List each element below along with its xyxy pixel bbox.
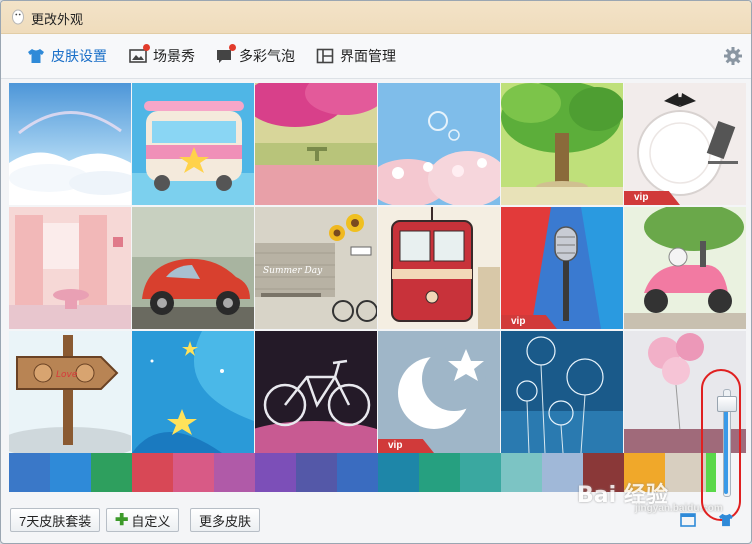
color-swatch[interactable]: [173, 453, 214, 492]
skin-microphone: [501, 207, 623, 329]
skin-thumb[interactable]: Love: [9, 331, 131, 453]
baidu-watermark: Bai 经验 jingyan.baidu.com: [577, 483, 723, 514]
color-swatch[interactable]: [255, 453, 296, 492]
skin-thumb[interactable]: [132, 207, 254, 329]
color-swatch[interactable]: [419, 453, 460, 492]
skin-thumb[interactable]: Summer Day: [255, 207, 377, 329]
skin-wooden-sign: Love: [9, 331, 131, 453]
skin-dandelion: [501, 331, 623, 453]
skin-thumb[interactable]: [624, 207, 746, 329]
skin-red-tram: [378, 207, 500, 329]
skin-plate-cutlery: [624, 83, 746, 205]
skin-thumb[interactable]: [132, 331, 254, 453]
skin-moon-star: [378, 331, 500, 453]
skin-thumb[interactable]: [378, 207, 500, 329]
penguin-icon: [12, 9, 24, 25]
slider-fill: [724, 410, 728, 494]
color-swatch[interactable]: [296, 453, 337, 492]
slider-thumb[interactable]: [717, 396, 737, 413]
skin-thumb[interactable]: [9, 83, 131, 205]
skin-pink-scooter: [624, 207, 746, 329]
transparency-slider[interactable]: [717, 385, 737, 505]
tab-bar: 皮肤设置 场景秀 多彩气泡 界面管理: [1, 34, 751, 79]
skin-grid: vip Summer Day vip Love vip: [9, 83, 747, 453]
custom-skin-button[interactable]: ✚ 自定义: [106, 508, 180, 532]
more-skins-button[interactable]: 更多皮肤: [190, 508, 261, 532]
sign-text: Love: [56, 370, 78, 380]
skin-cherry-blossom-sky: [378, 83, 500, 205]
window-mode-icon[interactable]: [680, 513, 696, 527]
skin-thumb[interactable]: [255, 83, 377, 205]
color-swatch[interactable]: [665, 453, 706, 492]
appearance-window: 更改外观 皮肤设置 场景秀 多彩气泡 界面管理 vip Summer Day v…: [0, 0, 752, 544]
street-text: Summer Day: [263, 266, 323, 276]
color-swatch[interactable]: [706, 453, 716, 492]
skin-thumb[interactable]: [9, 207, 131, 329]
color-swatch[interactable]: [460, 453, 501, 492]
color-swatch[interactable]: [501, 453, 542, 492]
color-swatch[interactable]: [378, 453, 419, 492]
skin-green-tree: [501, 83, 623, 205]
skin-thumb[interactable]: [501, 83, 623, 205]
color-swatch[interactable]: [214, 453, 255, 492]
skin-red-beetle-car: [132, 207, 254, 329]
skin-thumb[interactable]: [132, 83, 254, 205]
skin-ice-cream-bus: [132, 83, 254, 205]
skin-thumb[interactable]: vip: [378, 331, 500, 453]
tshirt-icon: [28, 49, 44, 63]
skin-tshirt-icon[interactable]: [718, 513, 734, 527]
layout-icon: [316, 48, 334, 64]
color-swatch[interactable]: [50, 453, 91, 492]
skin-thumb[interactable]: [255, 331, 377, 453]
seven-day-skin-package-button[interactable]: 7天皮肤套装: [10, 508, 101, 532]
notification-dot: [143, 44, 150, 51]
tab-interface-management[interactable]: 界面管理: [316, 44, 396, 68]
skin-thumb[interactable]: vip: [501, 207, 623, 329]
color-swatch[interactable]: [91, 453, 132, 492]
skin-thumb[interactable]: [378, 83, 500, 205]
tab-skin-settings[interactable]: 皮肤设置: [27, 44, 107, 68]
tab-scene-show[interactable]: 场景秀: [129, 44, 195, 68]
skin-pink-room: [9, 207, 131, 329]
gear-icon[interactable]: [723, 46, 743, 66]
skin-thumb[interactable]: vip: [624, 83, 746, 205]
notification-dot: [229, 44, 236, 51]
color-swatch[interactable]: [9, 453, 50, 492]
color-swatch[interactable]: [337, 453, 378, 492]
skin-pink-blossom-tree: [255, 83, 377, 205]
color-swatch[interactable]: [132, 453, 173, 492]
title-bar[interactable]: 更改外观: [1, 1, 751, 34]
skin-sunflower-street: Summer Day: [255, 207, 377, 329]
plus-icon: ✚: [115, 512, 129, 529]
tab-colorful-bubbles[interactable]: 多彩气泡: [215, 44, 295, 68]
window-title: 更改外观: [31, 12, 84, 27]
skin-blue-stars: [132, 331, 254, 453]
skin-thumb[interactable]: [501, 331, 623, 453]
skin-bicycle: [255, 331, 377, 453]
skin-sky-clouds: [9, 83, 131, 205]
